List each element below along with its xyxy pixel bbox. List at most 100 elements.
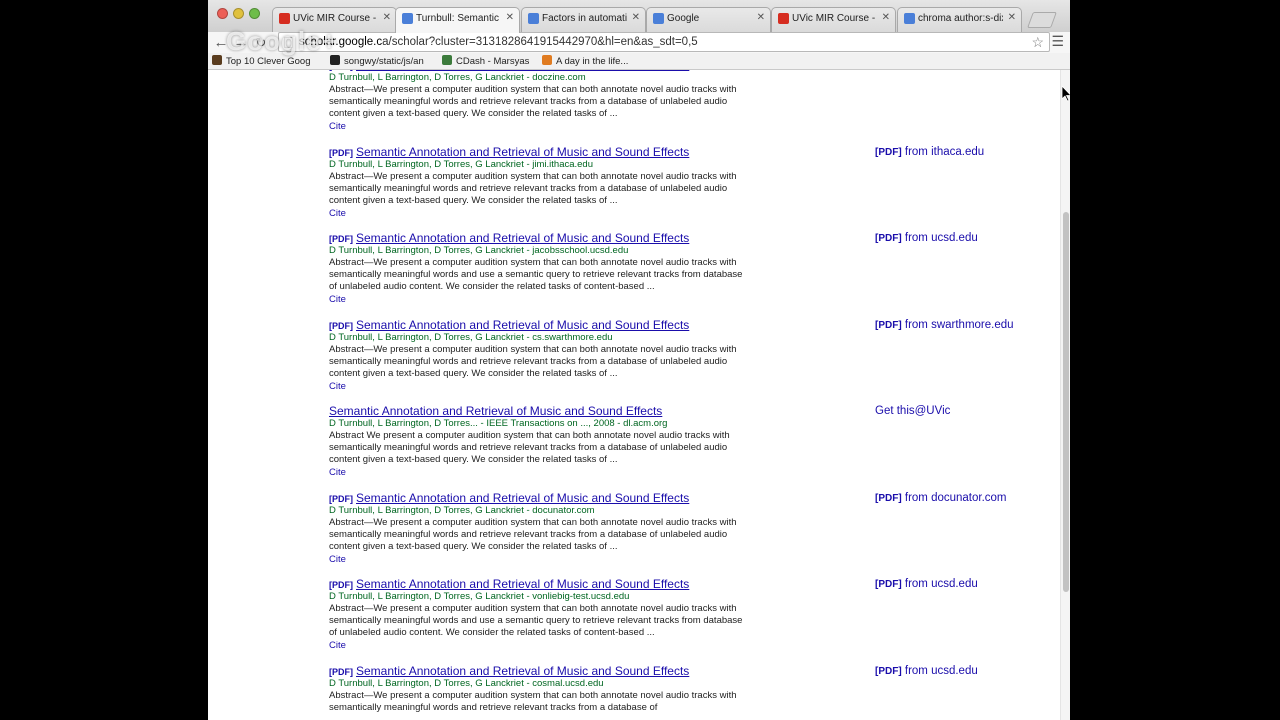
result-title-link[interactable]: Semantic Annotation and Retrieval of Mus… <box>356 664 689 678</box>
bookmark-favicon-icon <box>542 55 552 65</box>
full-text-link[interactable]: [PDF] from ucsd.edu <box>875 232 978 244</box>
cite-link[interactable]: Cite <box>329 554 346 565</box>
tab-close-icon[interactable]: ✕ <box>757 12 765 23</box>
result-abstract: Abstract—We present a computer audition … <box>329 343 737 379</box>
bookmark-item[interactable]: A day in the life... <box>542 55 628 67</box>
cite-link[interactable]: Cite <box>329 208 346 219</box>
tab-2[interactable]: Turnbull: Semantic a ✕ <box>395 7 520 33</box>
close-window-button[interactable] <box>217 8 228 19</box>
tab-close-icon[interactable]: ✕ <box>882 12 890 23</box>
hangout-overlay-logo: Google+ <box>226 26 338 56</box>
full-text-link[interactable]: [PDF] from ucsd.edu <box>875 578 978 590</box>
side-pdf-tag: [PDF] <box>875 146 902 158</box>
tab-close-icon[interactable]: ✕ <box>1008 12 1016 23</box>
browser-window: UVic MIR Course - H ✕ Turnbull: Semantic a… <box>208 0 1070 720</box>
bookmark-label: songwy/static/js/an <box>344 56 424 67</box>
tab-4[interactable]: Google ✕ <box>646 7 771 32</box>
cite-link[interactable]: Cite <box>329 640 346 651</box>
bookmark-label: CDash - Marsyas <box>456 56 530 67</box>
pdf-tag: [PDF] <box>329 234 353 244</box>
address-bar[interactable]: scholar.google.ca/scholar?cluster=313182… <box>278 32 1050 52</box>
full-text-link[interactable]: [PDF] from ithaca.edu <box>875 146 984 158</box>
side-pdf-tag: [PDF] <box>875 319 902 331</box>
tab-label: Google <box>667 13 700 24</box>
result-title: [PDF]Semantic Annotation and Retrieval o… <box>329 145 689 159</box>
result-title: [PDF]Semantic Annotation and Retrieval o… <box>329 491 689 505</box>
result-abstract: Abstract—We present a computer audition … <box>329 516 737 552</box>
url-text: scholar.google.ca/scholar?cluster=313182… <box>299 36 698 48</box>
side-link-label: from ucsd.edu <box>904 578 978 590</box>
result-authors: D Turnbull, L Barrington, D Torres, G La… <box>329 591 630 602</box>
side-pdf-tag: [PDF] <box>875 70 902 71</box>
page-content: [PDF]Semantic Annotation and Retrieval o… <box>208 70 1060 720</box>
pdf-tag: [PDF] <box>329 70 353 71</box>
result-authors: D Turnbull, L Barrington, D Torres, G La… <box>329 677 604 689</box>
tab-favicon-icon <box>778 13 789 24</box>
results-list: [PDF]Semantic Annotation and Retrieval o… <box>329 70 1059 720</box>
cite-link[interactable]: Cite <box>329 121 346 132</box>
tab-close-icon[interactable]: ✕ <box>383 12 391 23</box>
side-link-label: from ucsd.edu <box>904 664 978 677</box>
side-link-label: from docunator.com <box>904 491 1007 504</box>
result-title-link[interactable]: Semantic Annotation and Retrieval of Mus… <box>356 491 689 505</box>
tab-favicon-icon <box>402 13 413 24</box>
result-item: [PDF] Semantic Annotation and Retrieval o… <box>329 318 1059 405</box>
result-abstract: Abstract We present a computer audition … <box>329 430 730 465</box>
result-abstract: Abstract—We present a computer audition … <box>329 257 743 292</box>
tab-favicon-icon <box>528 13 539 24</box>
side-link-label: from ithaca.edu <box>904 145 985 158</box>
result-title-link[interactable]: Semantic Annotation and Retrieval of Mus… <box>356 145 689 159</box>
bookmark-label: A day in the life... <box>556 56 629 67</box>
side-pdf-tag: [PDF] <box>875 233 902 244</box>
result-abstract: Abstract—We present a computer audition … <box>329 603 743 638</box>
result-title-link[interactable]: Semantic Annotation and Retrieval of Mus… <box>356 231 689 245</box>
tab-label: UVic MIR Course - H <box>792 13 877 24</box>
result-title: [PDF]Semantic Annotation and Retrieval o… <box>329 664 689 678</box>
result-item: [PDF]Semantic Annotation and Retrieval o… <box>329 577 1059 664</box>
result-authors: D Turnbull, L Barrington, D Torres... - … <box>329 418 668 429</box>
bookmark-star-icon[interactable]: ☆ <box>1031 34 1044 51</box>
bookmark-item[interactable]: songwy/static/js/an <box>330 55 424 67</box>
scrollbar-thumb[interactable] <box>1063 212 1069 592</box>
tab-5[interactable]: UVic MIR Course - H ✕ <box>771 7 896 32</box>
result-item: [PDF]Semantic Annotation and Retrieval o… <box>329 664 1059 720</box>
result-title-link[interactable]: Semantic Annotation and Retrieval of Mus… <box>356 318 689 332</box>
minimize-window-button[interactable] <box>233 8 244 19</box>
full-text-link[interactable]: Get this@UVic <box>875 405 950 417</box>
tab-favicon-icon <box>279 13 290 24</box>
cite-link[interactable]: Cite <box>329 467 346 478</box>
result-authors: D Turnbull, L Barrington, D Torres, G La… <box>329 331 613 343</box>
zoom-window-button[interactable] <box>249 8 260 19</box>
side-link-label: from ucsd.edu <box>904 232 978 244</box>
menu-icon[interactable]: ☰ <box>1051 33 1064 50</box>
side-pdf-tag: [PDF] <box>875 579 902 590</box>
pdf-tag: [PDF] <box>329 580 353 590</box>
result-item: [PDF]Semantic Annotation and Retrieval o… <box>329 70 1059 145</box>
result-title-link[interactable]: Semantic Annotation and Retrieval of Mus… <box>356 577 689 591</box>
pdf-tag: [PDF] <box>329 666 353 677</box>
bookmark-favicon-icon <box>442 55 452 65</box>
result-abstract: Abstract—We present a computer audition … <box>329 84 737 119</box>
tab-3[interactable]: Factors in automatic ✕ <box>521 7 646 32</box>
full-text-link[interactable]: [PDF] from docunator.com <box>875 492 1007 504</box>
result-authors: D Turnbull, L Barrington, D Torres, G La… <box>329 72 586 83</box>
tab-label: Factors in automatic <box>542 13 627 24</box>
full-text-link[interactable]: [PDF] from doczine.com <box>875 70 996 71</box>
cite-link[interactable]: Cite <box>329 381 346 392</box>
side-link-label: from doczine.com <box>905 70 996 71</box>
full-text-link[interactable]: [PDF] from swarthmore.edu <box>875 319 1014 331</box>
result-title: [PDF]Semantic Annotation and Retrieval o… <box>329 231 689 245</box>
result-title-link[interactable]: Semantic Annotation and Retrieval of Mus… <box>329 404 662 418</box>
scrollbar[interactable] <box>1060 70 1070 720</box>
new-tab-button[interactable] <box>1027 12 1057 28</box>
bookmark-item[interactable]: CDash - Marsyas <box>442 55 529 67</box>
tab-label: chroma author:s-dix <box>918 13 1003 24</box>
result-title: Semantic Annotation and Retrieval of Mus… <box>329 404 662 418</box>
pdf-tag: [PDF] <box>329 147 353 158</box>
tab-favicon-icon <box>653 13 664 24</box>
tab-close-icon[interactable]: ✕ <box>632 12 640 23</box>
tab-6[interactable]: chroma author:s-dix ✕ <box>897 7 1022 32</box>
tab-close-icon[interactable]: ✕ <box>506 12 514 23</box>
full-text-link[interactable]: [PDF] from ucsd.edu <box>875 665 978 677</box>
cite-link[interactable]: Cite <box>329 294 346 305</box>
